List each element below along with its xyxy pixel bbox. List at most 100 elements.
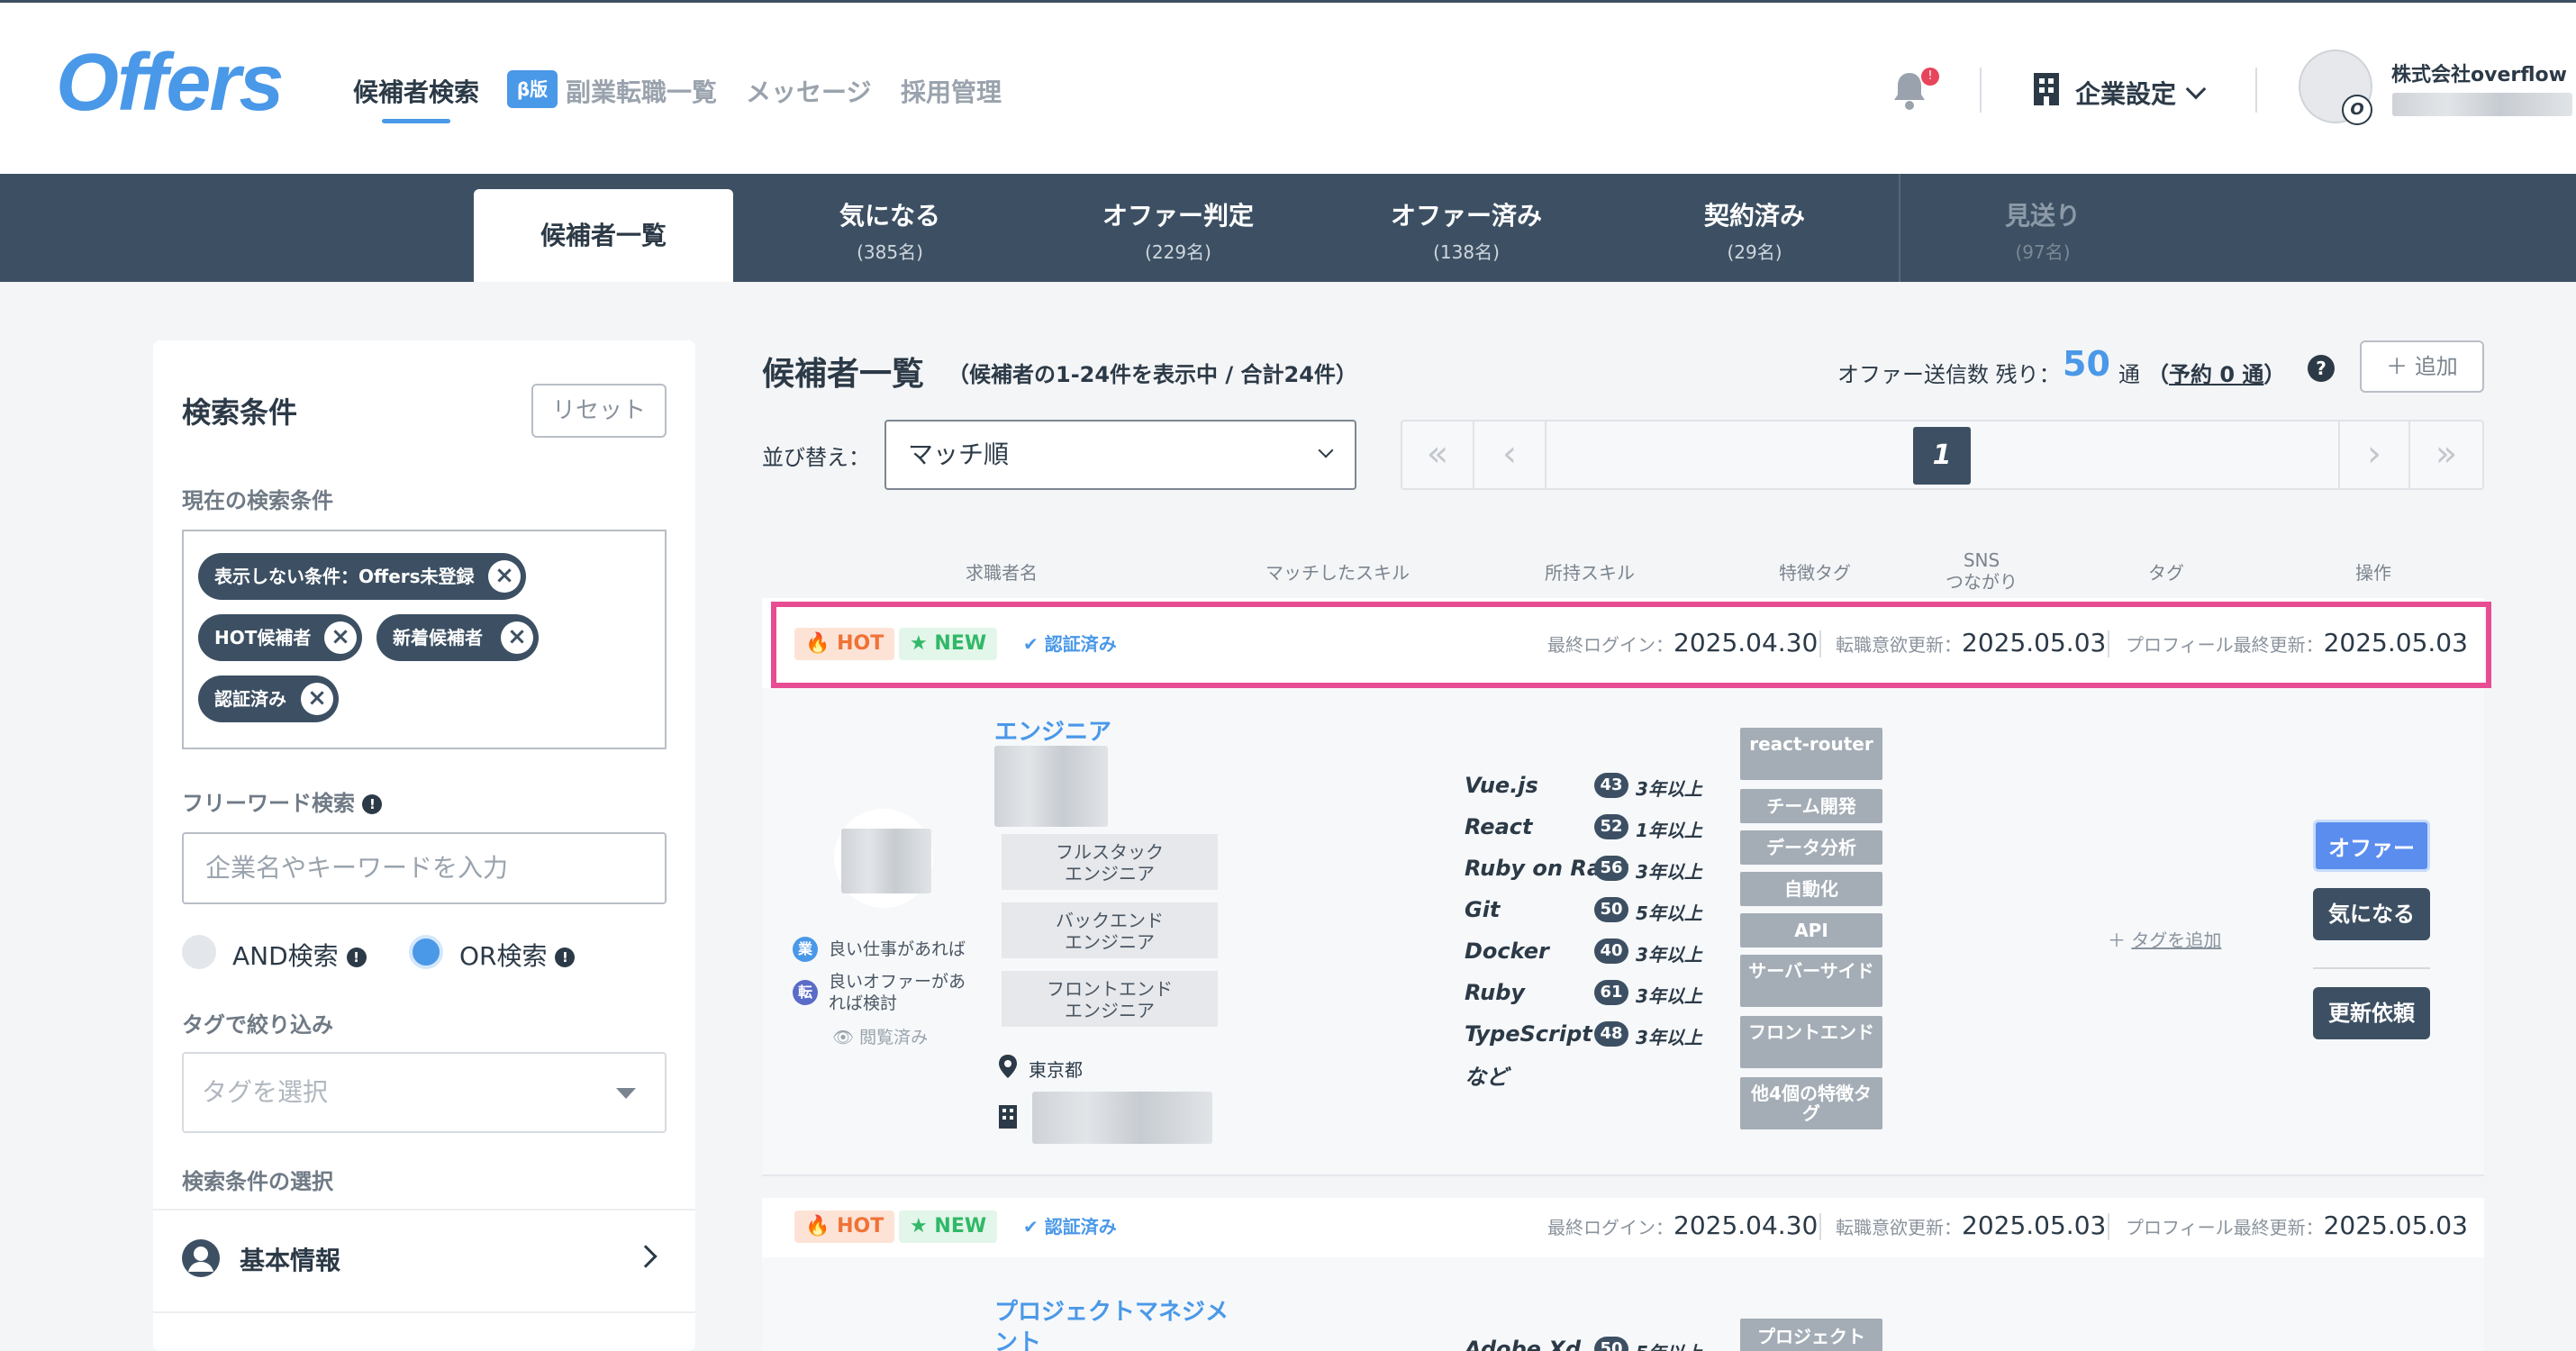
- building-icon: [999, 1105, 1017, 1129]
- nav-side-job-list[interactable]: 副業転職一覧: [566, 73, 717, 109]
- caret-down-icon[interactable]: [616, 1088, 636, 1099]
- or-search-label[interactable]: OR検索 !: [459, 937, 576, 973]
- new-badge: ★ NEW: [899, 1210, 998, 1243]
- nav-messages[interactable]: メッセージ: [746, 73, 871, 109]
- page-title: 候補者一覧: [762, 356, 925, 393]
- close-icon[interactable]: ×: [488, 560, 521, 593]
- badge-label: NEW: [934, 1215, 987, 1238]
- feature-tag: react-router: [1740, 728, 1882, 780]
- tab-label: 契約済み: [1703, 201, 1805, 231]
- chevron-down-icon[interactable]: [2185, 78, 2207, 100]
- first-page-icon[interactable]: «: [1402, 422, 1474, 488]
- and-label-text: AND検索: [232, 941, 339, 971]
- skill-count: 48: [1594, 1021, 1628, 1047]
- feature-tag: チーム開発: [1740, 789, 1882, 823]
- user-icon: [182, 1239, 220, 1277]
- and-search-label[interactable]: AND検索 !: [232, 937, 367, 973]
- tab-contracted[interactable]: 契約済み (29名): [1637, 196, 1872, 264]
- badge-label: HOT: [837, 1215, 884, 1238]
- account-badge-icon: O: [2342, 95, 2372, 125]
- reset-button[interactable]: リセット: [531, 384, 667, 438]
- skill-count: 52: [1594, 814, 1628, 839]
- skill-name: Vue.js: [1465, 773, 1538, 798]
- tab-declined[interactable]: 見送り (97名): [1926, 196, 2160, 264]
- tab-offered[interactable]: オファー済み (138名): [1349, 196, 1583, 264]
- skill-count: 61: [1594, 980, 1628, 1005]
- basic-info-section[interactable]: 基本情報: [240, 1241, 340, 1277]
- current-page[interactable]: 1: [1913, 427, 1971, 485]
- update-request-button[interactable]: 更新依頼: [2313, 987, 2430, 1039]
- company-settings-menu[interactable]: 企業設定: [2075, 75, 2176, 111]
- tab-label: 見送り: [2004, 201, 2081, 231]
- viewed-label: 閲覧済み: [859, 1028, 929, 1047]
- divider: [2313, 967, 2430, 969]
- offer-reserved-link[interactable]: 予約 0 通: [2169, 362, 2263, 387]
- divider: [153, 1209, 695, 1210]
- paren-close: ）: [2263, 362, 2286, 387]
- tab-divider: [1899, 174, 1900, 282]
- add-offer-button[interactable]: ＋ 追加: [2360, 340, 2484, 393]
- meta-value: 2025.05.03: [1962, 1210, 2107, 1240]
- job-title[interactable]: エンジニア: [994, 713, 1111, 747]
- offer-button[interactable]: オファー: [2313, 820, 2430, 872]
- skills-more: など: [1465, 1065, 1508, 1090]
- help-icon[interactable]: ?: [2308, 355, 2335, 382]
- nav-hiring-management[interactable]: 採用管理: [901, 73, 1002, 109]
- fire-icon: 🔥: [805, 1215, 830, 1238]
- notification-badge: !: [1921, 68, 1939, 86]
- last-page-icon[interactable]: »: [2410, 422, 2482, 488]
- close-icon[interactable]: ×: [301, 683, 333, 715]
- offer-remaining-label: オファー送信数 残り：: [1837, 362, 2061, 387]
- skill-count: 40: [1594, 938, 1628, 964]
- job-tag: フルスタック エンジニア: [1002, 834, 1218, 890]
- building-icon: [2034, 73, 2059, 105]
- pagination: « ‹ 1 › »: [1401, 420, 2484, 490]
- skill-count: 50: [1594, 897, 1628, 922]
- freeword-label-text: フリーワード検索: [182, 791, 355, 816]
- chip-label: 認証済み: [214, 688, 286, 710]
- career-change-icon: 転: [793, 980, 818, 1005]
- sort-select[interactable]: マッチ順: [884, 420, 1356, 490]
- skill-years: 3年以上: [1636, 944, 1702, 966]
- tag-filter-label: タグで絞り込み: [182, 1012, 333, 1038]
- close-icon[interactable]: ×: [501, 621, 533, 654]
- tab-count: (97名): [2015, 241, 2071, 263]
- offer-unit: 通: [2118, 362, 2140, 387]
- add-tag-link[interactable]: ＋ タグを追加: [2108, 926, 2221, 952]
- chevron-right-icon[interactable]: [634, 1245, 658, 1268]
- freeword-search-input[interactable]: 企業名やキーワードを入力: [182, 832, 667, 904]
- side-job-icon: 業: [793, 937, 818, 962]
- skill-count: 50: [1594, 1337, 1628, 1351]
- skill-name: Adobe Xd: [1465, 1337, 1581, 1351]
- job-title[interactable]: プロジェクトマネジメ ント: [994, 1297, 1229, 1351]
- panel-title: 検索条件: [182, 395, 298, 430]
- feature-tag[interactable]: 他4個の特徴タグ: [1740, 1077, 1882, 1129]
- close-icon[interactable]: ×: [324, 621, 357, 654]
- next-page-icon[interactable]: ›: [2338, 422, 2410, 488]
- info-icon[interactable]: !: [362, 794, 383, 814]
- skill-name: Docker: [1465, 938, 1549, 964]
- info-icon[interactable]: !: [555, 948, 576, 967]
- offer-remaining-count: 50: [2063, 344, 2110, 384]
- tab-interested[interactable]: 気になる (385名): [773, 196, 1007, 264]
- offers-logo[interactable]: Offers: [56, 37, 284, 130]
- redacted-name: [994, 746, 1108, 827]
- intent-updated: 転職意欲更新：2025.05.03: [1836, 1210, 2106, 1240]
- prev-page-icon[interactable]: ‹: [1474, 422, 1547, 488]
- account-name[interactable]: 株式会社overflow: [2391, 59, 2567, 87]
- tab-offer-judgement[interactable]: オファー判定 (229名): [1061, 196, 1295, 264]
- and-search-radio[interactable]: [182, 935, 216, 969]
- info-icon[interactable]: !: [346, 948, 367, 967]
- profile-updated: プロフィール最終更新：2025.05.03: [2126, 1210, 2468, 1240]
- tag-select[interactable]: タグを選択: [182, 1052, 667, 1133]
- eye-icon: 👁: [832, 1028, 855, 1047]
- add-tag-label: タグを追加: [2131, 929, 2222, 951]
- offer-reserved: （予約 0 通）: [2147, 357, 2285, 388]
- or-search-radio[interactable]: [409, 935, 443, 969]
- chip-label: 新着候補者: [393, 627, 483, 648]
- tab-candidate-list[interactable]: 候補者一覧: [474, 189, 733, 282]
- condition-chip: 認証済み ×: [198, 676, 339, 722]
- nav-candidate-search[interactable]: 候補者検索: [353, 73, 479, 109]
- plus-icon: ＋: [2386, 354, 2415, 379]
- interested-button[interactable]: 気になる: [2313, 888, 2430, 940]
